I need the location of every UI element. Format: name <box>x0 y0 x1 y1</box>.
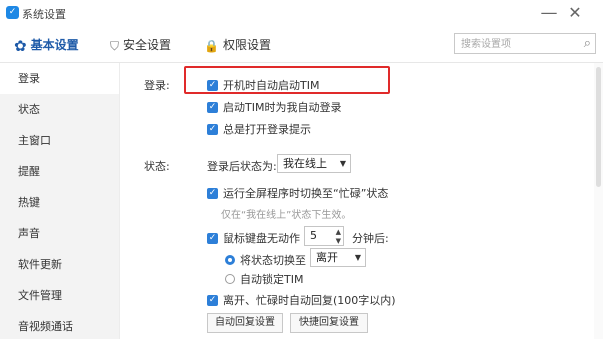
idle-minutes-stepper[interactable]: 5 ▲ ▼ <box>304 226 344 246</box>
switch-status-select[interactable]: 离开 ▼ <box>310 248 366 267</box>
login-section-label: 登录: <box>144 79 170 92</box>
settings-tab-bar: ✿基本设置 ⛉安全设置 🔒权限设置 ⌕ <box>0 28 603 63</box>
checkbox-checked-icon[interactable]: ✓ <box>207 232 218 244</box>
autologin-label: 启动TIM时为我自动登录 <box>223 101 342 114</box>
radio-selected-icon[interactable] <box>225 255 235 265</box>
tab-basic-settings[interactable]: ✿ 基本设置 <box>14 28 79 62</box>
auto-reply-label: 离开、忙碌时自动回复(100字以内) <box>223 294 396 307</box>
sidebar-item-login[interactable]: 登录 <box>0 63 119 94</box>
fullscreen-busy-option[interactable]: ✓ 运行全屏程序时切换至“忙碌”状态 <box>207 185 388 201</box>
idle-label: 鼠标键盘无动作 <box>223 232 300 245</box>
switch-status-value: 离开 <box>316 251 338 264</box>
idle-minutes-suffix: 分钟后: <box>352 232 389 245</box>
autologin-option[interactable]: ✓ 启动TIM时为我自动登录 <box>207 99 341 115</box>
after-login-status-value: 我在线上 <box>283 157 327 170</box>
tab-label: 安全设置 <box>123 38 172 52</box>
auto-reply-option[interactable]: ✓ 离开、忙碌时自动回复(100字以内) <box>207 292 396 308</box>
minimize-button[interactable]: — <box>539 3 559 23</box>
login-tip-option[interactable]: ✓ 总是打开登录提示 <box>207 121 311 137</box>
after-login-status-select[interactable]: 我在线上 ▼ <box>277 154 351 173</box>
stepper-down-icon[interactable]: ▼ <box>336 237 341 245</box>
switch-status-label: 将状态切换至 <box>240 254 306 267</box>
chevron-down-icon: ▼ <box>339 159 346 168</box>
tab-label: 基本设置 <box>30 38 79 52</box>
auto-lock-label: 自动锁定TIM <box>240 273 304 286</box>
sidebar-item-hotkey[interactable]: 热键 <box>0 187 119 218</box>
lock-icon: 🔒 <box>204 38 219 53</box>
after-login-status-label: 登录后状态为: <box>207 160 277 173</box>
fullscreen-busy-hint: 仅在“我在线上”状态下生效。 <box>221 210 352 221</box>
sidebar-item-main-window[interactable]: 主窗口 <box>0 125 119 156</box>
tab-security-settings[interactable]: ⛉ 安全设置 <box>110 28 171 62</box>
auto-reply-settings-button[interactable]: 自动回复设置 <box>207 313 283 333</box>
tab-permission-settings[interactable]: 🔒 权限设置 <box>204 28 271 62</box>
idle-minutes-value: 5 <box>310 229 317 242</box>
sidebar-item-sound[interactable]: 声音 <box>0 218 119 249</box>
settings-sidebar: 登录 状态 主窗口 提醒 热键 声音 软件更新 文件管理 音视频通话 <box>0 63 120 339</box>
checkbox-checked-icon[interactable]: ✓ <box>207 101 218 113</box>
sidebar-item-file-management[interactable]: 文件管理 <box>0 280 119 311</box>
login-tip-label: 总是打开登录提示 <box>223 123 311 136</box>
status-section-label: 状态: <box>144 160 170 173</box>
shield-icon: ⛉ <box>110 38 120 53</box>
search-input[interactable] <box>459 34 581 55</box>
sidebar-item-av-call[interactable]: 音视频通话 <box>0 311 119 339</box>
gear-icon: ✿ <box>14 36 27 55</box>
window-title: 系统设置 <box>22 8 66 21</box>
checkbox-checked-icon[interactable]: ✓ <box>207 123 218 135</box>
app-logo-icon: ✓ <box>6 6 19 19</box>
content-scrollbar[interactable] <box>594 63 603 339</box>
sidebar-item-status[interactable]: 状态 <box>0 94 119 125</box>
settings-content: 登录: ✓ 开机时自动启动TIM ✓ 启动TIM时为我自动登录 ✓ 总是打开登录提示 … <box>120 63 603 339</box>
checkbox-checked-icon[interactable]: ✓ <box>207 187 218 199</box>
quick-reply-settings-button[interactable]: 快捷回复设置 <box>290 313 368 333</box>
chevron-down-icon: ▼ <box>354 253 361 262</box>
idle-option[interactable]: ✓ 鼠标键盘无动作 <box>207 230 300 246</box>
settings-window: ✓ 系统设置 — ✕ ✿基本设置 ⛉安全设置 🔒权限设置 ⌕ 登录 状态 主窗口… <box>0 0 603 339</box>
fullscreen-busy-label: 运行全屏程序时切换至“忙碌”状态 <box>223 187 389 200</box>
sidebar-item-reminder[interactable]: 提醒 <box>0 156 119 187</box>
search-icon[interactable]: ⌕ <box>584 36 591 51</box>
title-bar: ✓ 系统设置 — ✕ <box>0 0 603 28</box>
sidebar-item-software-update[interactable]: 软件更新 <box>0 249 119 280</box>
highlight-box <box>184 66 390 94</box>
scrollbar-thumb[interactable] <box>596 67 601 187</box>
checkbox-checked-icon[interactable]: ✓ <box>207 294 218 306</box>
switch-status-radio[interactable]: 将状态切换至 <box>225 252 306 268</box>
search-box[interactable]: ⌕ <box>454 33 596 55</box>
auto-lock-radio[interactable]: 自动锁定TIM <box>225 271 303 287</box>
stepper-up-icon[interactable]: ▲ <box>336 228 341 236</box>
tab-label: 权限设置 <box>222 38 271 52</box>
close-button[interactable]: ✕ <box>565 3 585 23</box>
radio-unselected-icon[interactable] <box>225 274 235 284</box>
